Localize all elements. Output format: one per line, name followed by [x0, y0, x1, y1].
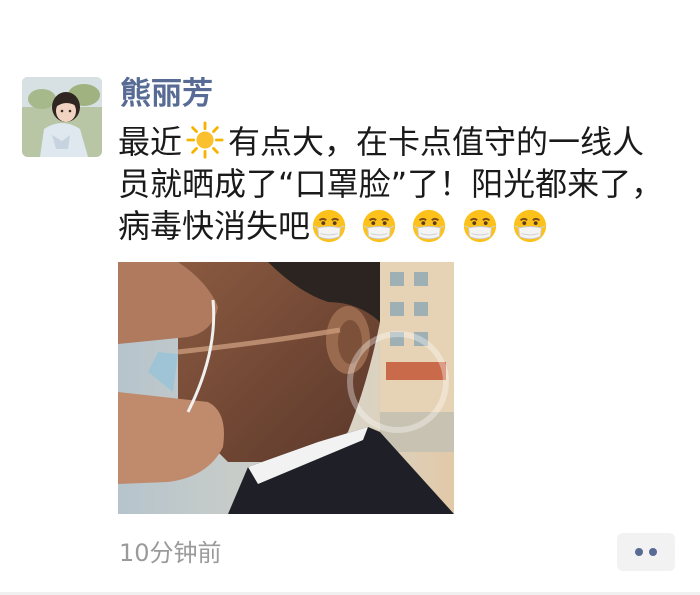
mask-face-emoji-icon — [513, 209, 546, 243]
mask-face-emoji-icon — [363, 209, 396, 243]
more-dots-icon — [649, 548, 657, 556]
mask-emoji-row — [310, 207, 551, 255]
post-text-line-1: 最近 有点大，在卡点值守的一线人 — [118, 121, 678, 163]
mask-face-emoji-icon — [463, 209, 496, 243]
text-segment: 病毒快消失吧 — [118, 207, 311, 245]
text-segment: 最近 — [118, 123, 183, 161]
post-text-line-3: 病毒快消失吧 — [118, 205, 678, 247]
post-timestamp: 10分钟前 — [119, 539, 222, 567]
moments-post: 熊丽芳 最近 有点大，在卡点值守的一线人 员就晒成了“口罩脸”了！阳光都来了， … — [0, 0, 700, 595]
avatar-image — [22, 77, 102, 157]
mask-face-emoji-icon — [312, 209, 346, 243]
photo-image — [118, 262, 454, 514]
post-text: 最近 有点大，在卡点值守的一线人 员就晒成了“口罩脸”了！阳光都来了， 病毒快消… — [118, 121, 678, 247]
more-dots-icon — [635, 548, 643, 556]
post-photo[interactable] — [118, 262, 454, 514]
mask-face-emoji-icon — [413, 209, 446, 243]
text-segment: 有点大，在卡点值守的一线人 — [228, 123, 645, 161]
more-actions-button[interactable] — [617, 533, 675, 571]
post-text-line-2: 员就晒成了“口罩脸”了！阳光都来了， — [118, 165, 664, 203]
author-avatar[interactable] — [22, 77, 102, 157]
sun-icon — [186, 121, 224, 159]
author-name[interactable]: 熊丽芳 — [120, 72, 213, 116]
